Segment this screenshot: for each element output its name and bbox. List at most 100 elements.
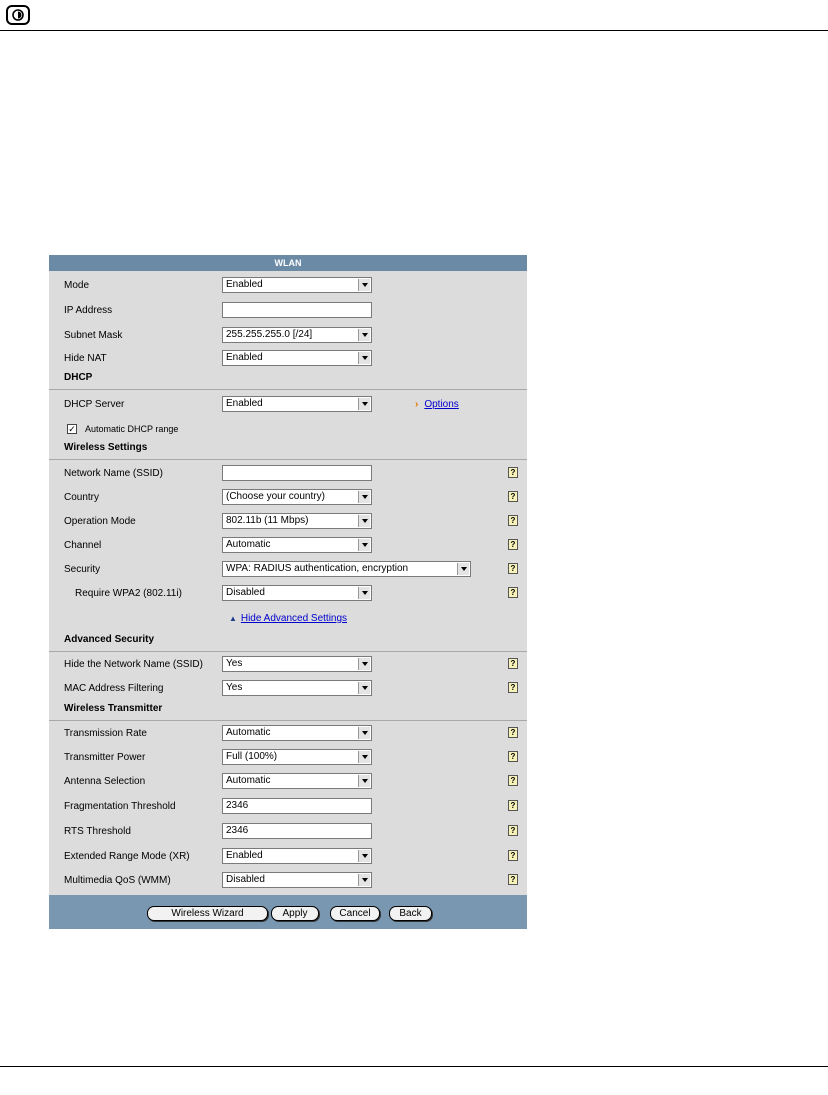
dhcp-server-row: DHCP Server Enabled › Options bbox=[49, 396, 527, 416]
chevron-down-icon bbox=[358, 279, 370, 291]
help-icon[interactable]: ? bbox=[508, 874, 518, 885]
wireless-wizard-button[interactable]: Wireless Wizard bbox=[147, 906, 268, 921]
channel-label: Channel bbox=[64, 540, 102, 551]
transmission-rate-label: Transmission Rate bbox=[64, 728, 147, 739]
chevron-down-icon bbox=[358, 775, 370, 787]
mode-select[interactable]: Enabled bbox=[222, 277, 372, 293]
help-icon[interactable]: ? bbox=[508, 682, 518, 693]
hide-ssid-label: Hide the Network Name (SSID) bbox=[64, 659, 203, 670]
dhcp-server-label: DHCP Server bbox=[64, 399, 125, 410]
dhcp-server-select[interactable]: Enabled bbox=[222, 396, 372, 412]
cancel-button[interactable]: Cancel bbox=[330, 906, 380, 921]
wmm-value: Disabled bbox=[226, 874, 265, 885]
logo-icon bbox=[6, 5, 30, 25]
fragmentation-threshold-value: 2346 bbox=[226, 800, 249, 811]
help-icon[interactable]: ? bbox=[508, 800, 518, 811]
chevron-down-icon bbox=[358, 352, 370, 364]
ssid-input[interactable] bbox=[222, 465, 372, 481]
security-row: Security WPA: RADIUS authentication, enc… bbox=[49, 561, 527, 581]
hide-ssid-row: Hide the Network Name (SSID) Yes ? bbox=[49, 656, 527, 676]
operation-mode-label: Operation Mode bbox=[64, 516, 136, 527]
header-rule bbox=[0, 30, 828, 31]
help-icon[interactable]: ? bbox=[508, 751, 518, 762]
rts-threshold-value: 2346 bbox=[226, 825, 249, 836]
wireless-transmitter-section: Wireless Transmitter bbox=[49, 701, 527, 721]
auto-dhcp-range-checkbox[interactable]: ✓ bbox=[67, 424, 77, 434]
rts-threshold-input[interactable]: 2346 bbox=[222, 823, 372, 839]
dhcp-section: DHCP bbox=[49, 370, 527, 390]
chevron-down-icon bbox=[358, 658, 370, 670]
ip-address-input[interactable] bbox=[222, 302, 372, 318]
country-select[interactable]: (Choose your country) bbox=[222, 489, 372, 505]
help-icon[interactable]: ? bbox=[508, 727, 518, 738]
require-wpa2-select[interactable]: Disabled bbox=[222, 585, 372, 601]
help-icon[interactable]: ? bbox=[508, 587, 518, 598]
options-link-text[interactable]: Options bbox=[424, 399, 458, 410]
chevron-down-icon bbox=[358, 587, 370, 599]
hide-advanced-settings-link[interactable]: ▲ Hide Advanced Settings bbox=[49, 613, 527, 624]
dhcp-server-value: Enabled bbox=[226, 398, 263, 409]
help-icon[interactable]: ? bbox=[508, 491, 518, 502]
help-icon[interactable]: ? bbox=[508, 515, 518, 526]
antenna-selection-select[interactable]: Automatic bbox=[222, 773, 372, 789]
back-button[interactable]: Back bbox=[389, 906, 432, 921]
require-wpa2-label: Require WPA2 (802.11i) bbox=[75, 588, 182, 599]
channel-select[interactable]: Automatic bbox=[222, 537, 372, 553]
mode-row: Mode Enabled bbox=[49, 277, 527, 297]
divider bbox=[49, 651, 527, 652]
help-icon[interactable]: ? bbox=[508, 775, 518, 786]
triangle-up-icon: ▲ bbox=[228, 614, 237, 623]
help-icon[interactable]: ? bbox=[508, 539, 518, 550]
divider bbox=[49, 720, 527, 721]
hide-nat-value: Enabled bbox=[226, 352, 263, 363]
chevron-down-icon bbox=[358, 491, 370, 503]
wlan-panel: WLAN Mode Enabled IP Address Subnet Mask… bbox=[49, 255, 527, 929]
xr-mode-select[interactable]: Enabled bbox=[222, 848, 372, 864]
transmitter-power-row: Transmitter Power Full (100%) ? bbox=[49, 749, 527, 769]
rts-threshold-row: RTS Threshold 2346 ? bbox=[49, 823, 527, 843]
ssid-row: Network Name (SSID) ? bbox=[49, 465, 527, 485]
security-select[interactable]: WPA: RADIUS authentication, encryption bbox=[222, 561, 471, 577]
transmitter-power-label: Transmitter Power bbox=[64, 752, 146, 763]
fragmentation-threshold-input[interactable]: 2346 bbox=[222, 798, 372, 814]
fragmentation-threshold-label: Fragmentation Threshold bbox=[64, 801, 176, 812]
mode-label: Mode bbox=[64, 280, 90, 291]
operation-mode-select[interactable]: 802.11b (11 Mbps) bbox=[222, 513, 372, 529]
advanced-security-section: Advanced Security bbox=[49, 632, 527, 652]
hide-nat-select[interactable]: Enabled bbox=[222, 350, 372, 366]
hide-nat-label: Hide NAT bbox=[64, 353, 107, 364]
subnet-mask-select[interactable]: 255.255.255.0 [/24] bbox=[222, 327, 372, 343]
transmission-rate-value: Automatic bbox=[226, 727, 271, 738]
channel-value: Automatic bbox=[226, 539, 271, 550]
wmm-select[interactable]: Disabled bbox=[222, 872, 372, 888]
subnet-mask-label: Subnet Mask bbox=[64, 330, 123, 341]
help-icon[interactable]: ? bbox=[508, 825, 518, 836]
hide-advanced-settings-text[interactable]: Hide Advanced Settings bbox=[241, 613, 347, 624]
auto-dhcp-range-label: Automatic DHCP range bbox=[85, 424, 179, 434]
mac-filtering-select[interactable]: Yes bbox=[222, 680, 372, 696]
chevron-down-icon bbox=[358, 850, 370, 862]
chevron-down-icon bbox=[358, 329, 370, 341]
options-link[interactable]: › Options bbox=[415, 399, 459, 410]
mac-filtering-row: MAC Address Filtering Yes ? bbox=[49, 680, 527, 700]
help-icon[interactable]: ? bbox=[508, 563, 518, 574]
transmitter-power-select[interactable]: Full (100%) bbox=[222, 749, 372, 765]
help-icon[interactable]: ? bbox=[508, 467, 518, 478]
help-icon[interactable]: ? bbox=[508, 658, 518, 669]
security-label: Security bbox=[64, 564, 101, 575]
auto-dhcp-range-row: ✓ Automatic DHCP range bbox=[49, 421, 527, 441]
help-icon[interactable]: ? bbox=[508, 850, 518, 861]
wmm-row: Multimedia QoS (WMM) Disabled ? bbox=[49, 872, 527, 892]
apply-button[interactable]: Apply bbox=[271, 906, 319, 921]
hide-ssid-value: Yes bbox=[226, 658, 243, 669]
chevron-down-icon bbox=[358, 515, 370, 527]
mode-value: Enabled bbox=[226, 279, 263, 290]
chevron-down-icon bbox=[358, 539, 370, 551]
subnet-mask-row: Subnet Mask 255.255.255.0 [/24] bbox=[49, 327, 527, 347]
transmission-rate-select[interactable]: Automatic bbox=[222, 725, 372, 741]
xr-mode-label: Extended Range Mode (XR) bbox=[64, 851, 190, 862]
hide-ssid-select[interactable]: Yes bbox=[222, 656, 372, 672]
country-label: Country bbox=[64, 492, 100, 503]
rts-threshold-label: RTS Threshold bbox=[64, 826, 131, 837]
xr-mode-value: Enabled bbox=[226, 850, 263, 861]
